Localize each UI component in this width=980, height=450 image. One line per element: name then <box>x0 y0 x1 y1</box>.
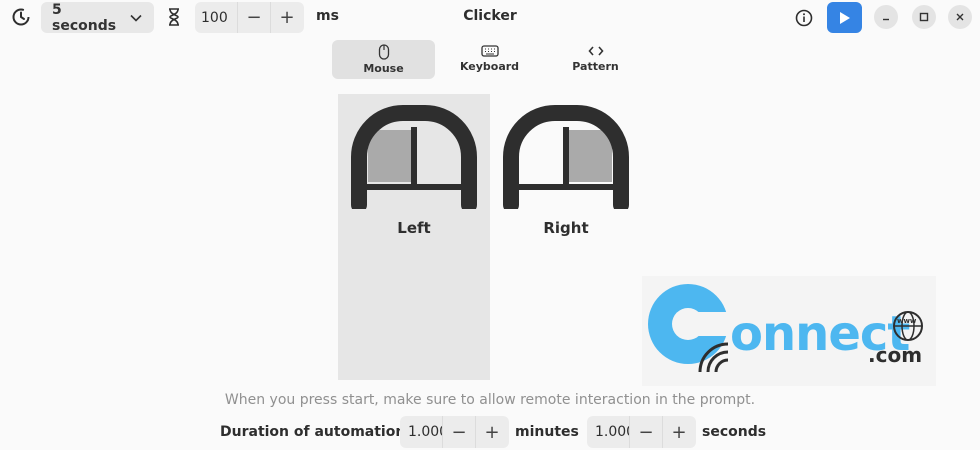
minimize-icon <box>883 18 889 21</box>
seconds-input[interactable]: 1.000 <box>587 416 629 448</box>
minutes-unit: minutes <box>515 424 579 440</box>
play-icon <box>839 11 850 24</box>
left-button-label: Left <box>397 219 431 237</box>
right-mouse-button-icon <box>503 105 629 209</box>
tab-pattern-label: Pattern <box>572 60 619 73</box>
header-bar: 5 seconds 100 − + ms Clicker <box>0 0 980 36</box>
window-title: Clicker <box>463 8 517 24</box>
tab-mouse[interactable]: Mouse <box>332 40 435 79</box>
interval-input[interactable]: 100 <box>195 2 237 33</box>
minutes-decrement-button[interactable]: − <box>442 416 475 448</box>
timer-icon <box>10 6 32 28</box>
svg-text:.com: .com <box>868 343 922 367</box>
start-delay-value: 5 seconds <box>52 1 117 34</box>
minimize-button[interactable] <box>874 5 898 29</box>
tab-mouse-label: Mouse <box>363 62 404 75</box>
minutes-increment-button[interactable]: + <box>475 416 508 448</box>
tab-keyboard-label: Keyboard <box>459 60 520 73</box>
interval-increment-button[interactable]: + <box>270 2 303 33</box>
close-icon <box>956 13 964 21</box>
interval-unit: ms <box>316 8 339 24</box>
code-icon <box>587 46 604 56</box>
duration-label: Duration of automation: <box>220 424 411 440</box>
seconds-increment-button[interactable]: + <box>662 416 695 448</box>
info-icon[interactable] <box>793 7 815 29</box>
interval-decrement-button[interactable]: − <box>237 2 270 33</box>
start-delay-dropdown[interactable]: 5 seconds <box>41 1 154 34</box>
close-button[interactable] <box>948 5 972 29</box>
left-mouse-button-icon <box>351 105 477 209</box>
maximize-icon <box>919 12 929 22</box>
left-button-option[interactable]: Left <box>338 94 490 380</box>
interval-spinner[interactable]: 100 − + <box>195 2 304 33</box>
seconds-unit: seconds <box>702 424 767 440</box>
keyboard-icon <box>480 45 499 57</box>
mouse-icon <box>378 44 389 60</box>
hourglass-icon <box>164 6 184 28</box>
duration-seconds-spinner[interactable]: 1.000 − + <box>587 416 696 448</box>
minutes-input[interactable]: 1.000 <box>400 416 442 448</box>
right-button-label: Right <box>543 219 589 237</box>
duration-minutes-spinner[interactable]: 1.000 − + <box>400 416 509 448</box>
right-button-option[interactable]: Right <box>490 94 642 380</box>
seconds-decrement-button[interactable]: − <box>629 416 662 448</box>
remote-interaction-hint: When you press start, make sure to allow… <box>224 392 756 408</box>
tab-pattern[interactable]: Pattern <box>544 40 647 79</box>
chevron-down-icon <box>130 10 142 26</box>
start-button[interactable] <box>827 2 862 33</box>
maximize-button[interactable] <box>912 5 936 29</box>
svg-text:www: www <box>897 317 917 325</box>
tab-keyboard[interactable]: Keyboard <box>438 40 541 79</box>
connect-watermark-logo: onnect .com www <box>642 276 936 386</box>
